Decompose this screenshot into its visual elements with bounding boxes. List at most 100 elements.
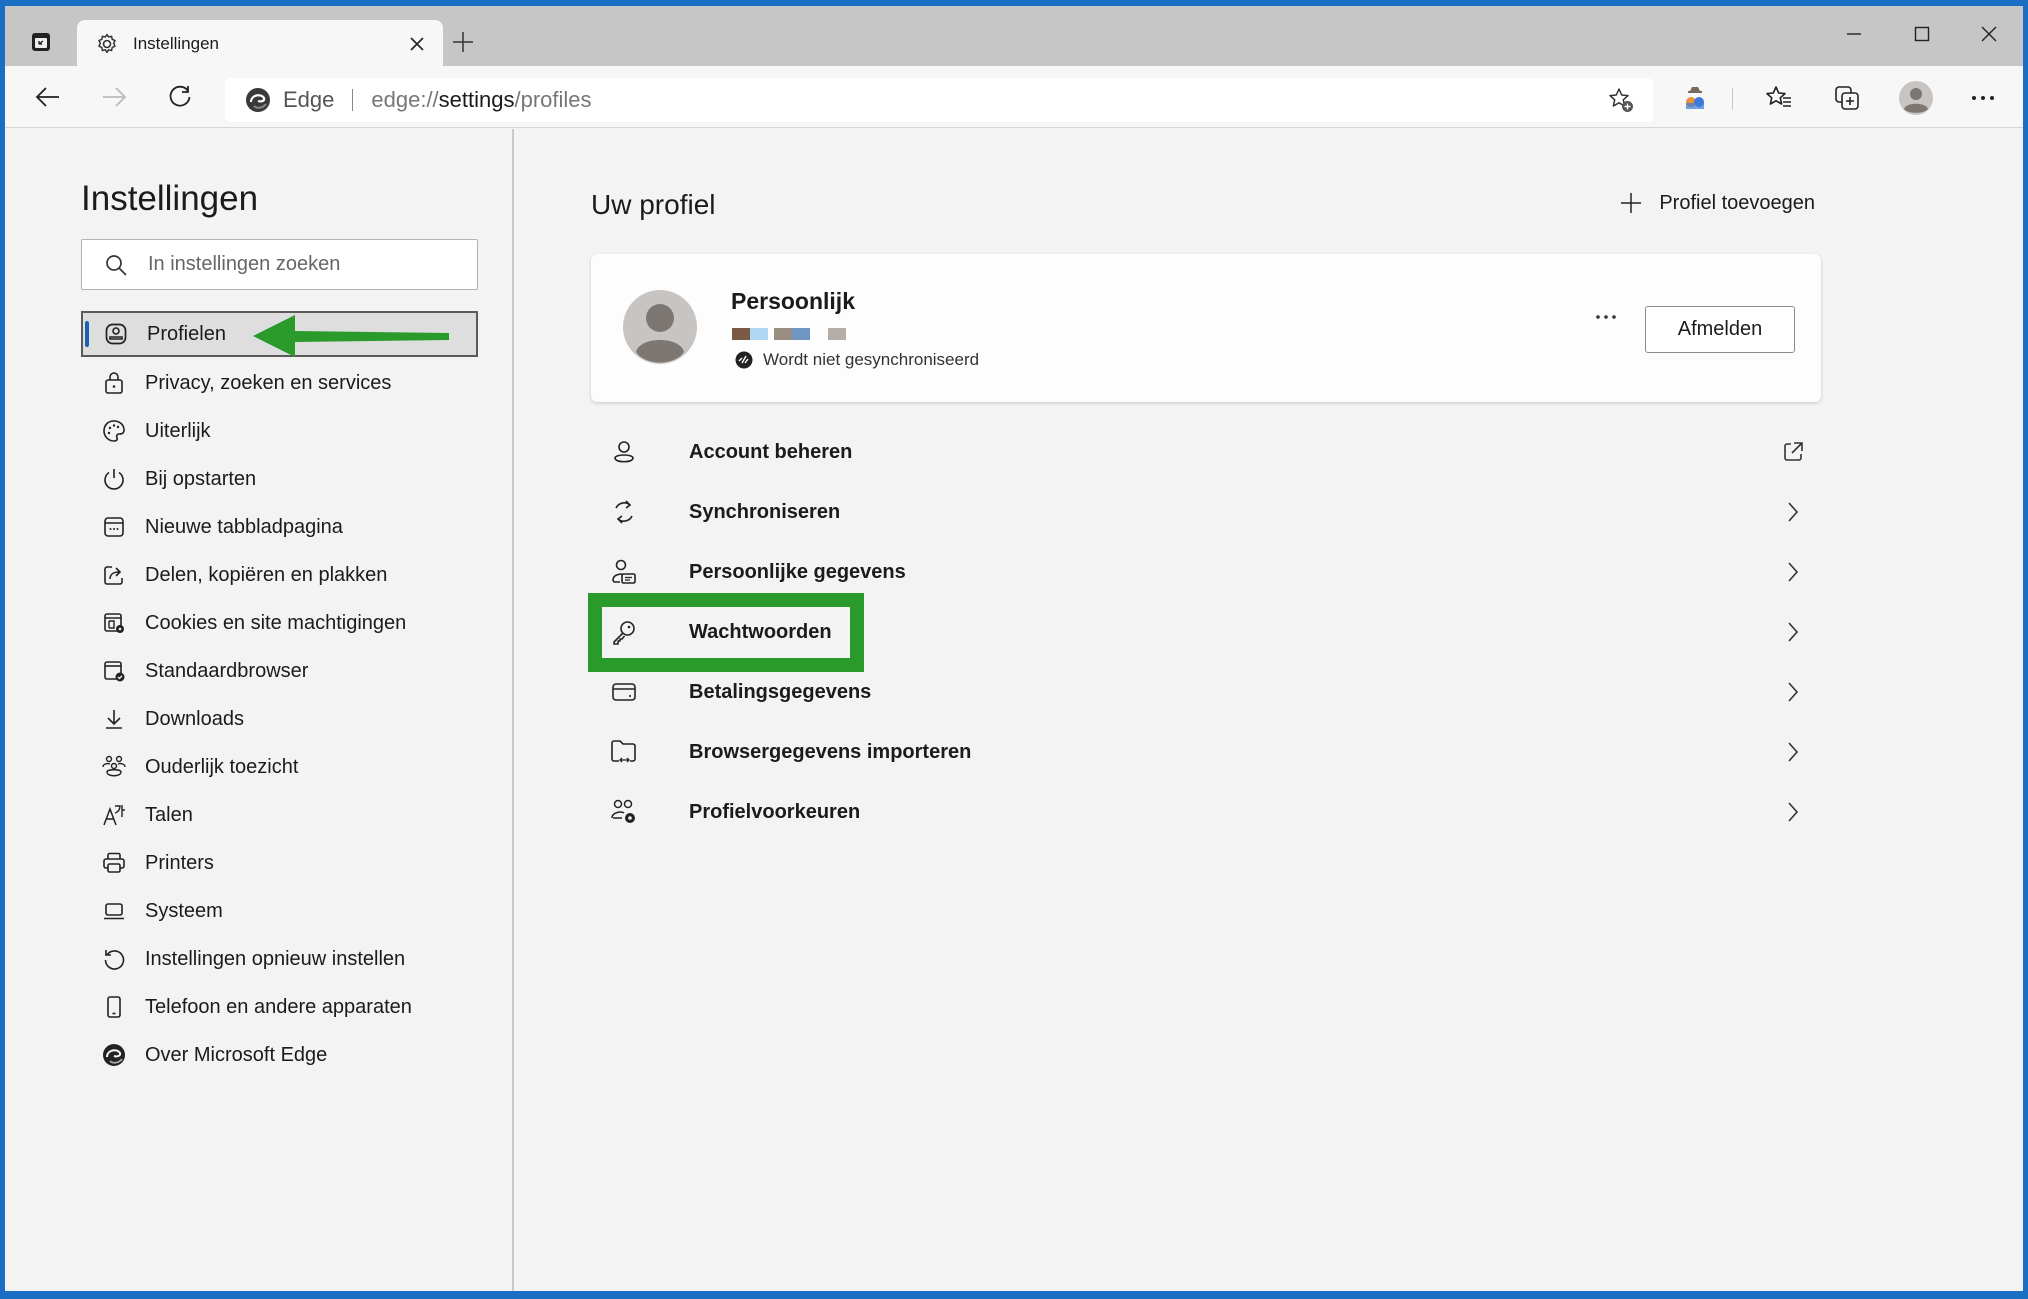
- close-tab-button[interactable]: [405, 32, 429, 56]
- sidebar-item-label: Ouderlijk toezicht: [145, 755, 299, 778]
- profile-icon: [103, 321, 129, 347]
- more-icon: [1972, 96, 1994, 100]
- power-icon: [101, 466, 127, 492]
- favorites-button[interactable]: [1761, 80, 1797, 116]
- plus-icon: [453, 32, 473, 52]
- add-profile-button[interactable]: Profiel toevoegen: [1619, 191, 1815, 215]
- sidebar-item-ouderlijk-toezicht[interactable]: Ouderlijk toezicht: [81, 743, 478, 791]
- gear-icon: [98, 33, 116, 54]
- close-window-button[interactable]: [1969, 18, 2009, 50]
- edge-logo-icon: [246, 88, 270, 112]
- row-label: Synchroniseren: [689, 500, 841, 523]
- more-icon: [1596, 315, 1616, 319]
- profile-card: Persoonlijk Wordt niet gesynchroniseerd: [591, 254, 1821, 402]
- settings-sidebar: Instellingen Profielen: [5, 129, 514, 1291]
- back-button[interactable]: [29, 78, 67, 116]
- forward-button[interactable]: [95, 78, 133, 116]
- close-icon: [410, 37, 424, 51]
- sidebar-item-reset[interactable]: Instellingen opnieuw instellen: [81, 935, 478, 983]
- row-persoonlijke-gegevens[interactable]: Persoonlijke gegevens: [591, 542, 1821, 602]
- redacted-block: [750, 328, 768, 340]
- sidebar-item-uiterlijk[interactable]: Uiterlijk: [81, 407, 478, 455]
- chevron-right-icon: [1779, 498, 1807, 526]
- external-link-icon: [1779, 438, 1807, 466]
- sidebar-item-delen[interactable]: Delen, kopiëren en plakken: [81, 551, 478, 599]
- sidebar-item-profielen[interactable]: Profielen: [81, 311, 478, 357]
- row-label: Account beheren: [689, 440, 853, 463]
- url-text[interactable]: edge://settings/profiles: [371, 87, 591, 113]
- tab-title: Instellingen: [133, 34, 220, 53]
- cookies-icon: [101, 610, 127, 636]
- new-tab-page-icon: [101, 514, 127, 540]
- sidebar-item-privacy[interactable]: Privacy, zoeken en services: [81, 359, 478, 407]
- sidebar-item-systeem[interactable]: Systeem: [81, 887, 478, 935]
- chevron-right-icon: [1779, 738, 1807, 766]
- new-tab-button[interactable]: [451, 30, 479, 58]
- annotation-arrow: [253, 315, 449, 357]
- signout-button[interactable]: Afmelden: [1645, 306, 1795, 353]
- collections-button[interactable]: [1829, 80, 1865, 116]
- extension-button[interactable]: [1677, 80, 1713, 116]
- row-account-beheren[interactable]: Account beheren: [591, 422, 1821, 482]
- url-path: /profiles: [514, 87, 592, 112]
- row-label: Persoonlijke gegevens: [689, 560, 906, 583]
- sync-status: Wordt niet gesynchroniseerd: [735, 350, 979, 370]
- url-host: settings: [438, 87, 515, 112]
- sidebar-item-label: Printers: [145, 851, 214, 874]
- sidebar-item-bij-opstarten[interactable]: Bij opstarten: [81, 455, 478, 503]
- row-wachtwoorden[interactable]: Wachtwoorden: [591, 602, 1821, 662]
- more-button[interactable]: [1965, 80, 2001, 116]
- sidebar-item-downloads[interactable]: Downloads: [81, 695, 478, 743]
- add-favorite-icon: [1609, 88, 1633, 112]
- chevron-right-icon: [1779, 798, 1807, 826]
- tab-settings[interactable]: Instellingen: [77, 20, 443, 68]
- row-browsergegevens-importeren[interactable]: Browsergegevens importeren: [591, 722, 1821, 782]
- search-input[interactable]: [148, 253, 448, 276]
- sidebar-item-over-edge[interactable]: Over Microsoft Edge: [81, 1031, 478, 1079]
- settings-search[interactable]: [81, 239, 478, 290]
- row-label: Browsergegevens importeren: [689, 740, 972, 763]
- address-bar[interactable]: Edge edge://settings/profiles: [225, 78, 1653, 122]
- row-label: Profielvoorkeuren: [689, 800, 861, 823]
- sidebar-item-label: Uiterlijk: [145, 419, 211, 442]
- email-redacted: [732, 328, 846, 340]
- extension-icon: [1686, 87, 1704, 109]
- row-profielvoorkeuren[interactable]: Profielvoorkeuren: [591, 782, 1821, 842]
- row-synchroniseren[interactable]: Synchroniseren: [591, 482, 1821, 542]
- sidebar-item-nieuwe-tabbladpagina[interactable]: Nieuwe tabbladpagina: [81, 503, 478, 551]
- sidebar-item-telefoon[interactable]: Telefoon en andere apparaten: [81, 983, 478, 1031]
- title-bar: Instellingen: [5, 6, 2023, 68]
- row-betalingsgegevens[interactable]: Betalingsgegevens: [591, 662, 1821, 722]
- default-browser-icon: [101, 658, 127, 684]
- edge-logo-icon: [101, 1042, 127, 1068]
- back-icon: [35, 87, 59, 107]
- credit-card-icon: [609, 677, 639, 707]
- sidebar-item-label: Talen: [145, 803, 193, 826]
- share-icon: [101, 562, 127, 588]
- redacted-block: [810, 328, 828, 340]
- add-favorite-button[interactable]: [1607, 86, 1635, 114]
- sidebar-item-label: Instellingen opnieuw instellen: [145, 947, 406, 970]
- browser-window: Instellingen Edge edge://settings/profil…: [5, 6, 2023, 1291]
- maximize-button[interactable]: [1902, 18, 1942, 50]
- tab-actions-icon: [32, 33, 50, 51]
- profile-name: Persoonlijk: [731, 288, 855, 314]
- search-icon: [106, 254, 127, 276]
- sidebar-item-standaardbrowser[interactable]: Standaardbrowser: [81, 647, 478, 695]
- browser-toolbar: Edge edge://settings/profiles: [5, 66, 2023, 128]
- download-icon: [101, 706, 127, 732]
- profile-avatar[interactable]: [1896, 78, 1936, 118]
- sidebar-item-talen[interactable]: Talen: [81, 791, 478, 839]
- tab-actions-button[interactable]: [27, 28, 55, 56]
- palette-icon: [101, 418, 127, 444]
- minimize-button[interactable]: [1834, 18, 1874, 50]
- redacted-block: [774, 328, 792, 340]
- sidebar-item-printers[interactable]: Printers: [81, 839, 478, 887]
- key-icon: [609, 617, 639, 647]
- profile-more-button[interactable]: [1595, 314, 1617, 320]
- refresh-button[interactable]: [161, 78, 199, 116]
- lock-icon: [101, 370, 127, 396]
- add-profile-label: Profiel toevoegen: [1659, 191, 1815, 214]
- sidebar-item-cookies[interactable]: Cookies en site machtigingen: [81, 599, 478, 647]
- phone-icon: [101, 994, 127, 1020]
